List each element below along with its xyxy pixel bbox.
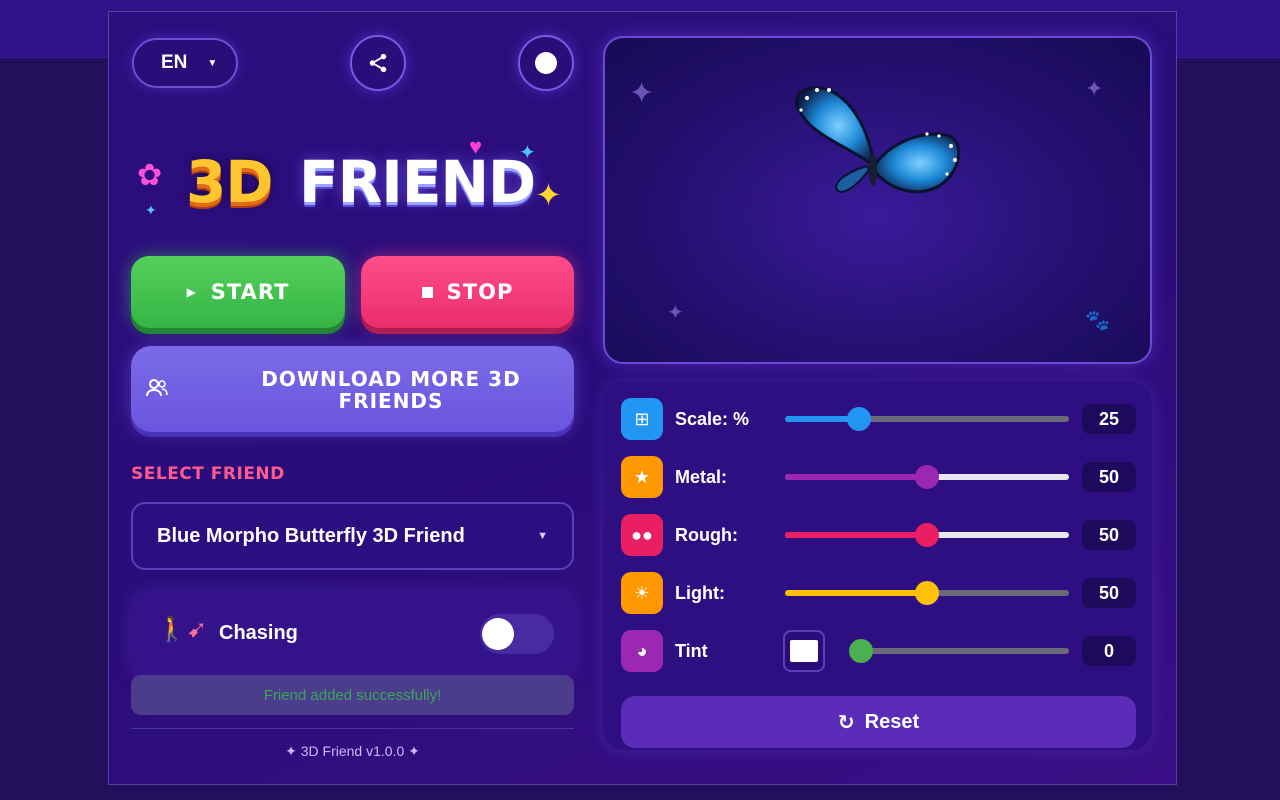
rough-slider[interactable]: [785, 523, 1069, 547]
play-icon: ▶: [186, 285, 197, 299]
logo-friend-text: FRIEND: [299, 148, 536, 216]
light-label: Light:: [675, 583, 725, 603]
theme-toggle-button[interactable]: [518, 35, 574, 91]
sun-icon: ☀: [621, 572, 663, 614]
tint-label: Tint: [675, 641, 708, 661]
butterfly-model: [795, 86, 961, 194]
sparkle-icon: ✦: [519, 142, 536, 164]
toggle-knob: [482, 618, 514, 650]
tint-row: ◕ Tint 0: [621, 630, 1136, 672]
scale-value: 25: [1082, 404, 1136, 434]
chasing-icon: 🚶➹: [157, 616, 207, 643]
sparkle-icon: ✿: [137, 159, 163, 192]
theme-toggle-icon: [535, 52, 557, 74]
sparkle-icon: ✦: [667, 302, 684, 324]
light-row: ☀ Light: 50: [621, 572, 1136, 614]
stop-icon: [421, 286, 433, 298]
palette-icon: ◕: [621, 630, 663, 672]
chasing-card: 🚶➹ Chasing: [131, 591, 574, 677]
material-controls: ⊞ Scale: % 25 ★ Metal: 50 ●● Rough: 50 ☀…: [603, 382, 1152, 750]
tint-swatch: [790, 640, 818, 662]
refresh-icon: ↻: [837, 711, 855, 734]
slider-thumb[interactable]: [849, 639, 873, 663]
slider-thumb[interactable]: [846, 407, 871, 431]
light-slider[interactable]: [785, 581, 1069, 605]
sparkle-icon: ✦: [629, 77, 655, 110]
rough-row: ●● Rough: 50: [621, 514, 1136, 556]
metal-row: ★ Metal: 50: [621, 456, 1136, 498]
divider: [131, 728, 574, 729]
chasing-toggle[interactable]: [480, 614, 554, 654]
sparkle-icon: ✦: [145, 202, 157, 218]
status-message: Friend added successfully!: [131, 675, 574, 715]
stop-button[interactable]: STOP: [361, 256, 574, 328]
tint-value: 0: [1082, 636, 1136, 666]
model-preview[interactable]: ✦ ✦ ✦ 🐾: [603, 36, 1152, 364]
extension-panel: EN ▼ ✿ ✦ 3D FRIEND ♥ ✦ ✦ ▶ START STOP DO…: [108, 11, 1177, 785]
sparkle-icon: ✦: [1085, 76, 1104, 101]
scale-label: Scale: %: [675, 409, 750, 429]
language-selector[interactable]: EN ▼: [132, 38, 238, 88]
friend-select[interactable]: Blue Morpho Butterfly 3D Friend ▼: [131, 502, 574, 570]
metal-slider[interactable]: [785, 465, 1069, 489]
version-label: ✦ 3D Friend v1.0.0 ✦: [285, 743, 420, 759]
metal-value: 50: [1082, 462, 1136, 492]
reset-label: Reset: [864, 710, 920, 733]
select-friend-heading: SELECT FRIEND: [131, 464, 285, 484]
slider-thumb[interactable]: [915, 581, 939, 605]
scale-icon: ⊞: [621, 398, 663, 440]
rough-value: 50: [1082, 520, 1136, 550]
scale-row: ⊞ Scale: % 25: [621, 398, 1136, 440]
stop-label: STOP: [446, 280, 514, 304]
chasing-label: Chasing: [219, 622, 298, 644]
rough-label: Rough:: [675, 525, 738, 545]
users-icon: [146, 379, 168, 397]
slider-thumb[interactable]: [915, 465, 939, 489]
heart-icon: ♥: [469, 134, 483, 159]
share-icon: [369, 53, 387, 73]
tint-color-picker[interactable]: [783, 630, 825, 672]
reset-button[interactable]: ↻ Reset: [621, 696, 1136, 748]
scale-slider[interactable]: [785, 407, 1069, 431]
app-logo: ✿ ✦ 3D FRIEND ♥ ✦ ✦: [131, 130, 571, 240]
rough-icon: ●●: [621, 514, 663, 556]
start-button[interactable]: ▶ START: [131, 256, 345, 328]
download-more-button[interactable]: DOWNLOAD MORE 3D FRIENDS: [131, 346, 574, 432]
metal-label: Metal:: [675, 467, 728, 487]
download-label: DOWNLOAD MORE 3D FRIENDS: [261, 367, 521, 413]
tint-slider[interactable]: [849, 639, 1069, 663]
chevron-down-icon: ▼: [537, 530, 548, 542]
language-label: EN: [161, 52, 188, 73]
chevron-down-icon: ▼: [207, 57, 218, 69]
slider-thumb[interactable]: [915, 523, 939, 547]
start-label: START: [210, 280, 290, 304]
sparkle-icon: ✦: [535, 177, 562, 213]
share-button[interactable]: [350, 35, 406, 91]
friend-select-value: Blue Morpho Butterfly 3D Friend: [157, 524, 465, 547]
logo-3d-text: 3D: [186, 148, 274, 216]
light-value: 50: [1082, 578, 1136, 608]
star-icon: ★: [621, 456, 663, 498]
paw-icon: 🐾: [1085, 310, 1110, 332]
